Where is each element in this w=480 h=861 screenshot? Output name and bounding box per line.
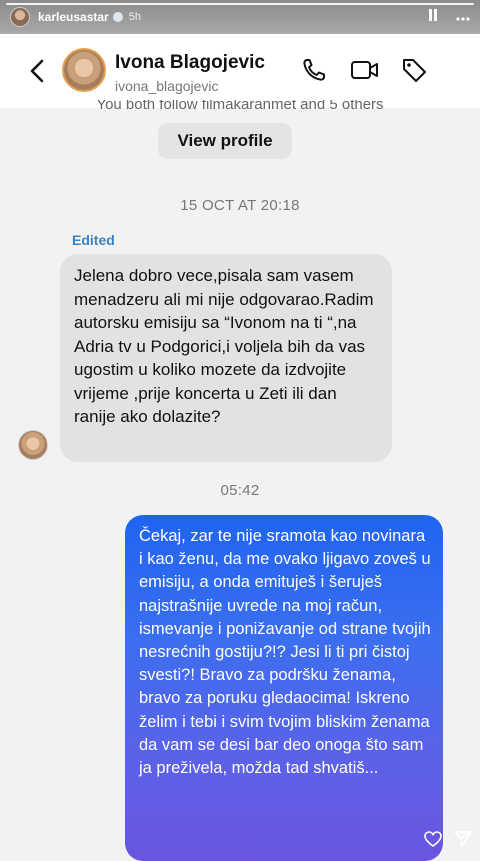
outgoing-message[interactable]: Čekaj, zar te nije sramota kao novinara … <box>125 515 443 861</box>
story-progress-bar <box>6 3 474 5</box>
mutual-followers-text: You both follow filmakaranmet and 5 othe… <box>96 100 384 112</box>
story-time: 5h <box>128 11 141 23</box>
story-avatar[interactable] <box>10 7 30 27</box>
story-header: karleusastar 5h <box>0 0 480 34</box>
contact-name[interactable]: Ivona Blagojevic <box>115 52 265 74</box>
pause-icon[interactable] <box>428 9 438 25</box>
view-profile-button[interactable]: View profile <box>158 123 292 159</box>
incoming-message[interactable]: Jelena dobro vece,pisala sam vasem menad… <box>60 254 392 462</box>
chat-header: Ivona Blagojevic ivona_blagojevic <box>0 34 480 108</box>
phone-icon[interactable] <box>300 56 328 84</box>
heart-icon[interactable] <box>424 831 442 847</box>
story-username[interactable]: karleusastar <box>38 10 109 24</box>
tag-icon[interactable] <box>400 56 428 84</box>
edited-label: Edited <box>72 232 115 248</box>
video-camera-icon[interactable] <box>350 56 378 84</box>
back-arrow-icon[interactable] <box>26 54 50 88</box>
more-icon[interactable] <box>456 9 470 25</box>
verified-badge-icon <box>112 12 123 22</box>
contact-avatar[interactable] <box>62 48 106 92</box>
contact-handle: ivona_blagojevic <box>115 78 219 94</box>
story-actions <box>424 831 472 847</box>
sender-avatar <box>18 430 48 460</box>
reply-timestamp: 05:42 <box>220 482 260 499</box>
dm-screenshot: Ivona Blagojevic ivona_blagojevic You bo… <box>0 34 480 861</box>
date-timestamp: 15 OCT AT 20:18 <box>180 197 300 214</box>
send-icon[interactable] <box>454 831 472 847</box>
